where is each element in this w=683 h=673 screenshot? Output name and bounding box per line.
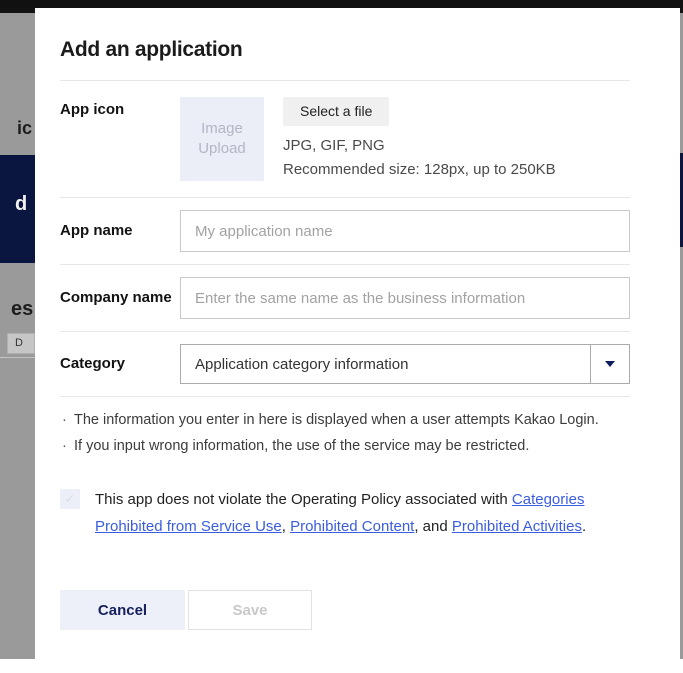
modal-title: Add an application (60, 38, 630, 62)
category-select-value: Application category information (181, 345, 590, 383)
notes-list: · The information you enter in here is d… (60, 407, 630, 459)
note-item: · If you input wrong information, the us… (60, 433, 630, 459)
company-name-label: Company name (60, 287, 180, 309)
app-name-input[interactable] (180, 210, 630, 252)
app-name-row: App name (60, 198, 630, 264)
background-page-left-strip: ic d es D (0, 0, 35, 673)
checkmark-icon: ✓ (65, 491, 76, 507)
modal-footer: Cancel Save (60, 590, 630, 630)
cancel-button[interactable]: Cancel (60, 590, 185, 630)
link-prohibited-activities[interactable]: Prohibited Activities (452, 518, 582, 535)
category-select[interactable]: Application category information (180, 344, 630, 384)
policy-text: This app does not violate the Operating … (95, 486, 625, 540)
note-text: If you input wrong information, the use … (74, 433, 529, 459)
app-icon-label: App icon (60, 97, 180, 121)
accepted-formats-text: JPG, GIF, PNG (283, 137, 556, 154)
add-application-modal: Add an application App icon Image Upload… (35, 8, 680, 673)
save-button[interactable]: Save (188, 590, 312, 630)
background-overlay-left: ic d es D (0, 13, 35, 659)
background-navy-banner: d (0, 155, 35, 263)
note-item: · The information you enter in here is d… (60, 407, 630, 433)
app-icon-controls: Select a file JPG, GIF, PNG Recommended … (283, 97, 556, 178)
divider (60, 396, 630, 397)
category-row: Category Application category informatio… (60, 332, 630, 396)
policy-separator: , (282, 518, 290, 535)
policy-separator: , and (414, 518, 452, 535)
company-name-input[interactable] (180, 277, 630, 319)
image-upload-dropzone[interactable]: Image Upload (180, 97, 264, 181)
top-black-bar (0, 0, 683, 8)
background-badge-fragment: D (7, 333, 35, 354)
select-file-button[interactable]: Select a file (283, 97, 389, 126)
image-upload-placeholder: Image Upload (192, 119, 252, 159)
chevron-down-icon (605, 361, 615, 367)
screen: ic d es D Add an application App icon Im… (0, 0, 683, 673)
background-banner-text-fragment: d (15, 193, 27, 216)
category-select-caret-cell[interactable] (590, 345, 629, 383)
note-text: The information you enter in here is dis… (74, 407, 599, 433)
link-prohibited-content[interactable]: Prohibited Content (290, 518, 414, 535)
app-name-label: App name (60, 220, 180, 242)
app-icon-row: App icon Image Upload Select a file JPG,… (60, 81, 630, 197)
category-label: Category (60, 353, 180, 375)
recommended-size-text: Recommended size: 128px, up to 250KB (283, 161, 556, 178)
company-name-row: Company name (60, 265, 630, 331)
policy-text-part1: This app does not violate the Operating … (95, 491, 512, 508)
bullet-icon: · (60, 433, 74, 459)
background-bottom-fragment (0, 659, 35, 673)
background-divider-fragment (0, 357, 35, 358)
background-heading-fragment: ic (17, 118, 32, 139)
bullet-icon: · (60, 407, 74, 433)
background-subheading-fragment: es (11, 298, 33, 321)
policy-period: . (582, 518, 586, 535)
policy-checkbox[interactable]: ✓ (60, 489, 80, 509)
policy-agreement-row: ✓ This app does not violate the Operatin… (60, 486, 630, 540)
